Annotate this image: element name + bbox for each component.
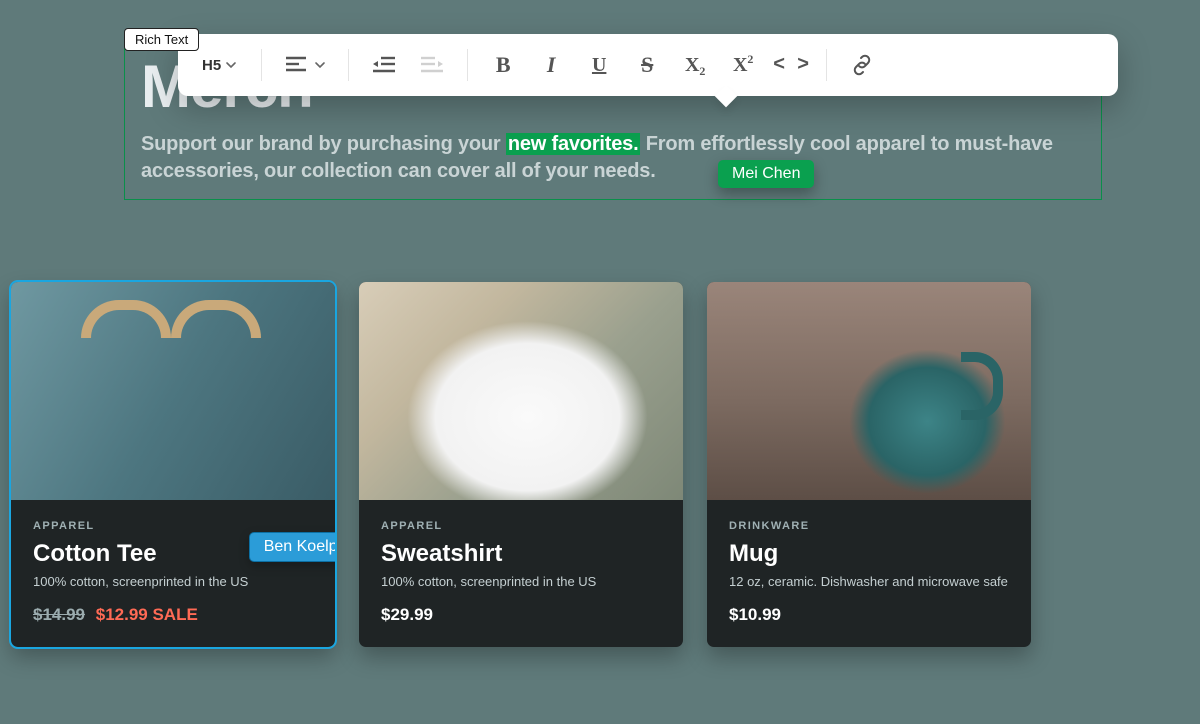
code-button[interactable]: < > (770, 45, 812, 85)
outdent-icon (371, 55, 397, 75)
product-card-grid: APPAREL Cotton Tee 100% cotton, screenpr… (11, 282, 1031, 647)
text-selection-highlight: new favorites. (506, 133, 641, 155)
product-name: Mug (729, 540, 1009, 568)
product-image (11, 282, 335, 500)
price-sale: $12.99 SALE (96, 605, 198, 624)
product-card[interactable]: DRINKWARE Mug 12 oz, ceramic. Dishwasher… (707, 282, 1031, 647)
product-price: $10.99 (729, 605, 1009, 625)
price-value: $29.99 (381, 605, 433, 624)
product-description: 100% cotton, screenprinted in the US (381, 574, 661, 589)
chevron-down-icon (314, 59, 326, 71)
underline-button[interactable]: U (578, 45, 620, 85)
indent-icon (419, 55, 445, 75)
italic-button[interactable]: I (530, 45, 572, 85)
product-description: 12 oz, ceramic. Dishwasher and microwave… (729, 574, 1009, 589)
product-description: 100% cotton, screenprinted in the US (33, 574, 313, 589)
subscript-button[interactable]: X2 (674, 45, 716, 85)
bold-button[interactable]: B (482, 45, 524, 85)
toolbar-separator (348, 49, 349, 81)
link-icon (850, 53, 874, 77)
toolbar-separator (261, 49, 262, 81)
product-image (707, 282, 1031, 500)
text-align-dropdown[interactable] (276, 45, 334, 85)
chevron-down-icon (225, 59, 237, 71)
toolbar-separator (467, 49, 468, 81)
hero-subtitle: Support our brand by purchasing your new… (141, 131, 1085, 185)
heading-dropdown[interactable]: H5 (192, 45, 247, 85)
hero-subtitle-pre: Support our brand by purchasing your (141, 133, 506, 155)
heading-level-label: H5 (202, 57, 221, 74)
strikethrough-button[interactable]: S (626, 45, 668, 85)
collaborator-cursor-badge: Ben Koelpin (249, 532, 335, 562)
block-type-label: Rich Text (124, 28, 199, 51)
rich-text-toolbar: H5 (178, 34, 1118, 96)
outdent-button[interactable] (363, 45, 405, 85)
superscript-button[interactable]: X2 (722, 45, 764, 85)
product-category: APPAREL (33, 520, 313, 532)
product-name: Sweatshirt (381, 540, 661, 568)
price-value: $10.99 (729, 605, 781, 624)
product-category: DRINKWARE (729, 520, 1009, 532)
product-card[interactable]: APPAREL Sweatshirt 100% cotton, screenpr… (359, 282, 683, 647)
product-card[interactable]: APPAREL Cotton Tee 100% cotton, screenpr… (11, 282, 335, 647)
link-button[interactable] (841, 45, 883, 85)
indent-button[interactable] (411, 45, 453, 85)
toolbar-separator (826, 49, 827, 81)
align-left-icon (284, 55, 308, 75)
collaborator-cursor-badge: Mei Chen (718, 160, 814, 188)
product-price: $29.99 (381, 605, 661, 625)
price-original: $14.99 (33, 605, 85, 624)
product-category: APPAREL (381, 520, 661, 532)
product-image (359, 282, 683, 500)
product-price: $14.99 $12.99 SALE (33, 605, 313, 625)
